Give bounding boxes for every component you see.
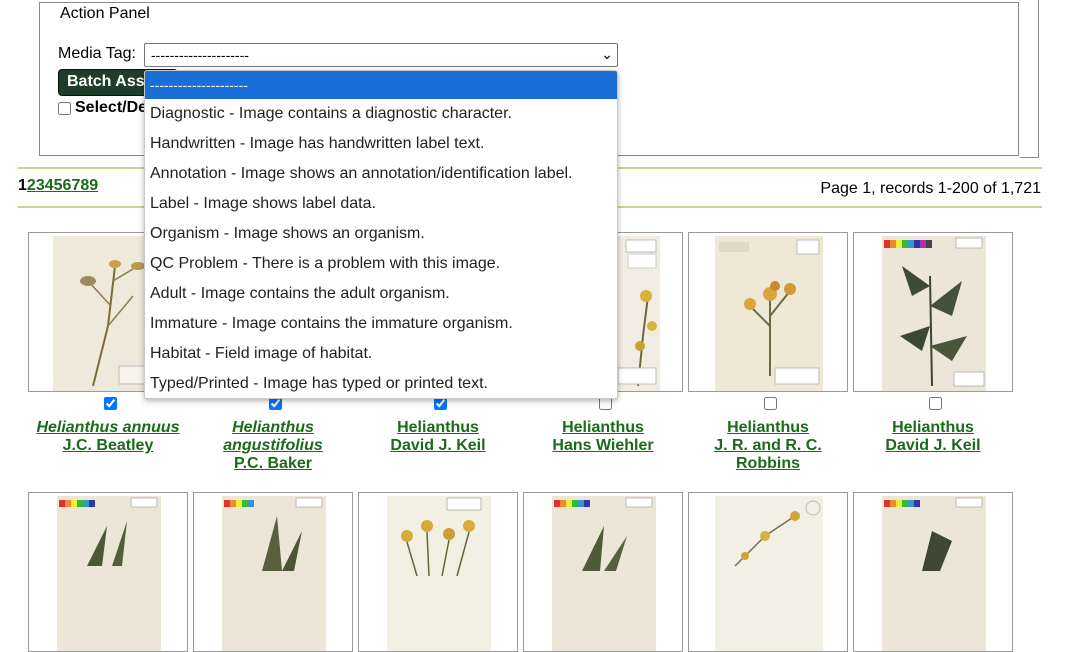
record-checkbox[interactable] [104,397,117,410]
dropdown-option[interactable]: --------------------- [145,71,617,99]
specimen-thumbnail[interactable] [358,492,518,652]
specimen-image [884,497,983,571]
specimen-image [734,500,821,567]
chevron-down-icon: ⌄ [601,46,613,62]
select-all-toggle[interactable]: Select/De [58,99,147,117]
dropdown-option[interactable]: Typed/Printed - Image has typed or print… [145,369,617,398]
media-tag-dropdown-list: --------------------- Diagnostic - Image… [144,70,618,399]
page-info: Page 1, records 1-200 of 1,721 [820,180,1041,197]
outer-border [1038,0,1039,158]
page-link[interactable]: 3 [36,177,45,194]
dropdown-option[interactable]: Annotation - Image shows an annotation/i… [145,159,617,189]
media-tag-select[interactable]: --------------------- ⌄ [144,43,618,67]
collector-name[interactable]: David J. Keil [358,437,518,455]
media-tag-select-value: --------------------- [151,47,249,63]
dropdown-option[interactable]: Handwritten - Image has handwritten labe… [145,129,617,159]
record-caption[interactable]: Helianthus David J. Keil [853,419,1013,455]
collector-name[interactable]: J.C. Beatley [28,437,188,455]
scientific-name[interactable]: Helianthus [688,419,848,437]
specimen-thumbnail[interactable] [523,492,683,652]
specimen-thumbnail[interactable] [853,232,1013,392]
record-caption[interactable]: Helianthus David J. Keil [358,419,518,455]
dropdown-option[interactable]: Organism - Image shows an organism. [145,219,617,249]
dropdown-option[interactable]: Immature - Image contains the immature o… [145,309,617,339]
dropdown-option[interactable]: Label - Image shows label data. [145,189,617,219]
dropdown-option[interactable]: Diagnostic - Image contains a diagnostic… [145,99,617,129]
dropdown-option[interactable]: QC Problem - There is a problem with thi… [145,249,617,279]
action-panel-legend: Action Panel [57,5,153,23]
scientific-name[interactable]: Helianthus [853,419,1013,437]
scientific-name[interactable]: Helianthus [523,419,683,437]
page-link[interactable]: 2 [27,177,36,194]
specimen-thumbnail[interactable] [193,492,353,652]
specimen-image [224,497,323,571]
outer-border [1020,157,1039,158]
record-caption[interactable]: Helianthus Hans Wiehler [523,419,683,455]
dropdown-option[interactable]: Adult - Image contains the adult organis… [145,279,617,309]
record-caption[interactable]: Helianthus annuus J.C. Beatley [28,419,188,455]
collector-name[interactable]: P.C. Baker [193,455,353,473]
specimen-thumbnail[interactable] [28,492,188,652]
pagination: 123456789 [18,177,98,195]
collector-name[interactable]: Hans Wiehler [523,437,683,455]
collector-name[interactable]: David J. Keil [853,437,1013,455]
specimen-image [554,497,653,571]
media-tag-label: Media Tag: [58,45,136,62]
specimen-image [719,239,820,385]
select-all-checkbox[interactable] [58,101,71,115]
specimen-image [59,497,158,566]
current-page: 1 [18,177,27,194]
scientific-name[interactable]: Helianthus annuus [28,419,188,437]
dropdown-option[interactable]: Habitat - Field image of habitat. [145,339,617,369]
page-link[interactable]: 7 [71,177,80,194]
record-caption[interactable]: Helianthus J. R. and R. C. Robbins [688,419,848,473]
page-link[interactable]: 4 [45,177,54,194]
scientific-name[interactable]: Helianthus angustifolius [193,419,353,455]
specimen-image [401,497,482,577]
record-checkbox[interactable] [929,397,942,410]
page-link[interactable]: 8 [80,177,89,194]
specimen-thumbnail[interactable] [688,232,848,392]
specimen-image [884,237,985,387]
select-all-label: Select/De [75,99,148,116]
page-link[interactable]: 5 [54,177,63,194]
record-caption[interactable]: Helianthus angustifolius P.C. Baker [193,419,353,473]
page-link[interactable]: 9 [89,177,98,194]
specimen-thumbnail[interactable] [853,492,1013,652]
specimen-thumbnail[interactable] [688,492,848,652]
scientific-name[interactable]: Helianthus [358,419,518,437]
record-checkbox[interactable] [764,397,777,410]
collector-name[interactable]: J. R. and R. C. Robbins [688,437,848,473]
